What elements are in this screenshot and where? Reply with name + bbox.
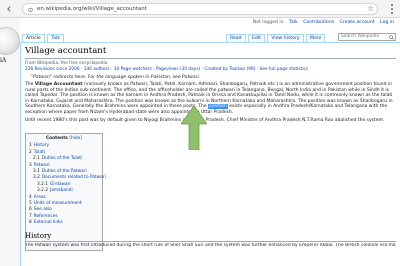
toc-item-number: 2 [29, 149, 32, 155]
view-tabs: Read Edit View history More [226, 34, 326, 42]
toc-item-label: See also [33, 207, 52, 213]
sidebar [0, 18, 20, 266]
menu-dots-icon[interactable] [390, 3, 394, 15]
back-arrow-icon[interactable] [6, 6, 12, 12]
toc-item-number: 3 [29, 162, 32, 168]
hatnote: "Patwari" redirects here. For the langua… [31, 75, 201, 80]
tab-more[interactable]: More [306, 34, 326, 42]
not-logged-in: Not logged in [252, 20, 284, 25]
toc-item-number: 4 [29, 194, 32, 200]
toc-list: 1 History 2 Talati 2.1 Duties of the Talati 3 P… [29, 143, 106, 226]
toc-item-number: 2.1 [33, 156, 40, 162]
tab-view-history[interactable]: View history [267, 34, 304, 42]
toc-item-label: Duties of the Patwari [41, 169, 87, 175]
toc-hide-link[interactable]: [hide] [69, 136, 82, 141]
contributions-link[interactable]: Contributions [303, 20, 334, 25]
history-paragraph: The Patwari system was first introduced … [25, 243, 396, 248]
toc-item-number: 8 [29, 220, 32, 226]
tab-read[interactable]: Read [226, 34, 246, 42]
intro-paragraph-2: Until recent 1980's this post was by def… [25, 117, 385, 123]
create-account-link[interactable]: Create account [340, 20, 375, 25]
browser-toolbar: en.wikipedia.org/wiki/Village_accountant… [0, 0, 400, 18]
logo-wordmark: iA [0, 57, 7, 64]
namespace-tabs: Article Talk [22, 34, 65, 42]
intro-paragraph-1: The Village Accountant (variously known … [25, 82, 396, 116]
toc-title-row: Contents [hide] [29, 136, 99, 142]
toc-item-label: Jamabandi [49, 188, 73, 194]
toc-item-number: 3.2 [33, 175, 40, 181]
address-bar[interactable]: en.wikipedia.org/wiki/Village_accountant [22, 3, 378, 15]
toc-item-label: External links [33, 220, 63, 226]
toc-item-number: 5 [29, 201, 32, 207]
toc-item-label: Units of measurement [33, 201, 82, 207]
tab-article[interactable]: Article [22, 34, 45, 42]
toc-item-label: Girdawari [49, 181, 71, 187]
section-heading-history: History [25, 232, 396, 242]
address-text: en.wikipedia.org/wiki/Village_accountant [37, 6, 147, 12]
toc-item-number: 3.1 [33, 169, 40, 175]
toc-item-number: 1 [29, 143, 32, 149]
log-in-link[interactable]: Log in [380, 20, 394, 25]
toc-item-label: Talati [33, 149, 45, 155]
search-placeholder: Search Wikipedia [341, 34, 379, 39]
selected-word[interactable]: position [208, 104, 228, 110]
toc-item-label: Documents related to Patwari [41, 175, 106, 181]
page-title: Village accountant [25, 46, 396, 59]
toc-item[interactable]: 8 External links [29, 220, 99, 226]
toc-item-label: Patwari [33, 162, 50, 168]
toc-item-number: 3.2.1 [37, 181, 48, 187]
tab-edit[interactable]: Edit [248, 34, 265, 42]
talk-link[interactable]: Talk [289, 20, 298, 25]
p1-bold: Village Accountant [34, 82, 83, 87]
search-input[interactable]: Search Wikipedia [338, 33, 396, 41]
p1-start: The [25, 82, 35, 87]
toc-item-label: History [33, 143, 50, 149]
toc-item-number: 6 [29, 207, 32, 213]
toc-item-number: 7 [29, 213, 32, 219]
toc-item-number: 3.2.2 [37, 188, 48, 194]
toc-item-label: References [33, 213, 58, 219]
info-icon [28, 7, 33, 12]
page-meta[interactable]: 226 Revisions since 2006 · 146 authors ·… [25, 67, 396, 73]
up-arrow-icon [181, 106, 207, 150]
tab-talk[interactable]: Talk [47, 34, 65, 42]
toc-item-label: Areas [33, 194, 46, 200]
toc-title: Contents [46, 136, 68, 141]
bookmark-star-icon[interactable]: ☆ [367, 4, 374, 14]
personal-tools: Not logged in Talk Contributions Create … [249, 20, 394, 25]
toc-item-label: Duties of the Talati [41, 156, 83, 162]
search-icon[interactable] [389, 35, 394, 40]
